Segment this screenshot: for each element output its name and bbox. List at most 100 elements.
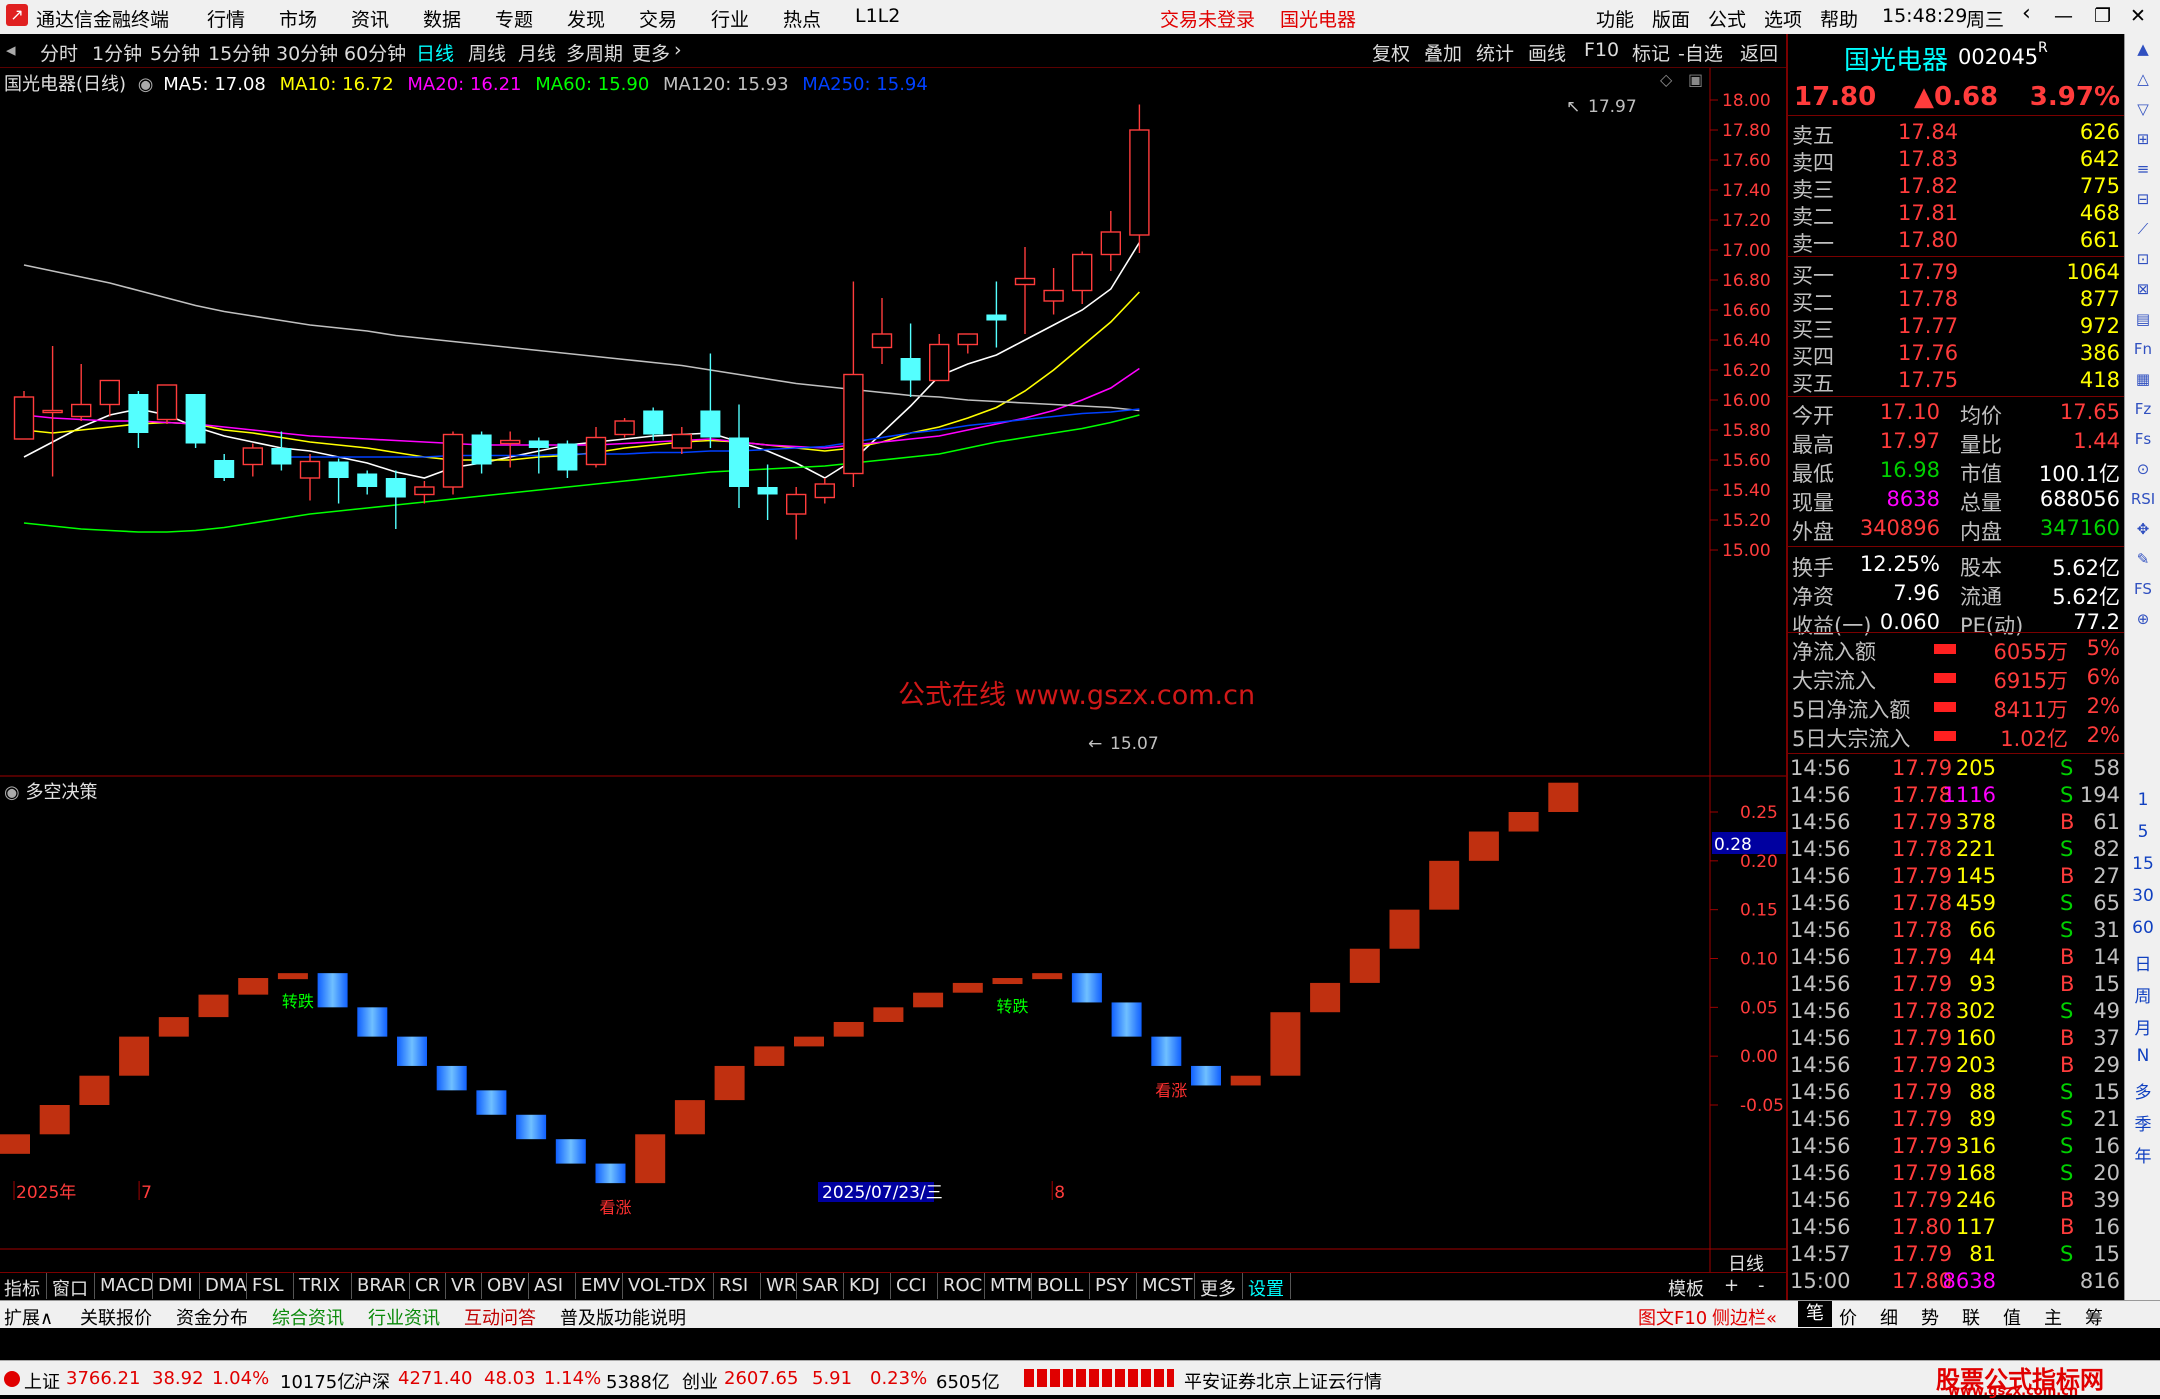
- tool-back[interactable]: 返回: [1740, 39, 1778, 66]
- indicator-tab-0[interactable]: 指标: [4, 1275, 40, 1301]
- candle[interactable]: [13, 391, 35, 440]
- sidebar-period-1[interactable]: 5: [2125, 822, 2160, 842]
- indicator-bar[interactable]: [397, 1036, 427, 1066]
- sidebar-tool-icon[interactable]: ▤: [2125, 310, 2160, 328]
- indicator-tab-2[interactable]: MACD: [100, 1275, 154, 1296]
- period-30min[interactable]: 30分钟: [276, 39, 338, 66]
- menu-item-l1l2[interactable]: L1L2: [855, 5, 900, 27]
- bid-row[interactable]: 买二 17.78 877: [1788, 287, 2126, 315]
- indicator-tab-5[interactable]: FSL: [252, 1275, 284, 1296]
- candle[interactable]: [585, 427, 607, 468]
- sidebar-period-11[interactable]: 年: [2125, 1142, 2160, 1167]
- menu-layout[interactable]: 版面: [1652, 5, 1690, 32]
- indicator-tab-14[interactable]: RSI: [719, 1275, 748, 1296]
- candle[interactable]: [385, 470, 406, 530]
- sidebar-period-9[interactable]: 多: [2125, 1078, 2160, 1103]
- tool-f10[interactable]: F10: [1584, 39, 1619, 61]
- sidebar-tool-icon[interactable]: ▲: [2125, 40, 2160, 58]
- sidebar-tool-icon[interactable]: ▦: [2125, 370, 2160, 388]
- candle[interactable]: [99, 379, 121, 417]
- menu-function[interactable]: 功能: [1596, 5, 1634, 32]
- indicator-tab-4[interactable]: DMA: [205, 1275, 247, 1296]
- indicator-bar[interactable]: [992, 978, 1023, 985]
- indicator-bar[interactable]: [555, 1139, 586, 1164]
- indicator-bar[interactable]: [794, 1036, 824, 1047]
- indicator-bar[interactable]: [1111, 1002, 1142, 1037]
- candle[interactable]: [471, 431, 492, 474]
- candle[interactable]: [1100, 211, 1122, 271]
- tool-restore-rights[interactable]: 复权: [1372, 39, 1410, 66]
- indicator-bar[interactable]: [357, 1007, 388, 1037]
- panel-tab-3[interactable]: 势: [1921, 1304, 1939, 1330]
- sidebar-tool-icon[interactable]: ✥: [2125, 520, 2160, 538]
- ask-row[interactable]: 卖五 17.84 626: [1788, 120, 2126, 148]
- panel-tab-7[interactable]: 筹: [2085, 1304, 2103, 1330]
- menu-help[interactable]: 帮助: [1820, 5, 1858, 32]
- indicator-bar[interactable]: [317, 973, 348, 1008]
- candle[interactable]: [814, 478, 835, 504]
- indicator-tab-1[interactable]: 窗口: [52, 1275, 88, 1301]
- sidebar-tool-icon[interactable]: ▽: [2125, 100, 2160, 118]
- indicator-bar[interactable]: [674, 1100, 705, 1135]
- period-60min[interactable]: 60分钟: [344, 39, 406, 66]
- indicator-bar[interactable]: [952, 982, 983, 993]
- candle[interactable]: [614, 418, 635, 438]
- menu-item-discover[interactable]: 发现: [567, 5, 605, 32]
- indicator-bar[interactable]: [595, 1163, 626, 1184]
- bid-row[interactable]: 买三 17.77 972: [1788, 314, 2126, 342]
- panel-tab-0[interactable]: 笔: [1798, 1301, 1832, 1327]
- candle[interactable]: [414, 481, 435, 504]
- candle[interactable]: [500, 431, 521, 468]
- sidebar-period-2[interactable]: 15: [2125, 854, 2160, 874]
- indicator-tab-18[interactable]: CCI: [896, 1275, 926, 1296]
- bottom-tab-5[interactable]: 互动问答: [464, 1304, 536, 1330]
- indicator-bar[interactable]: [833, 1021, 864, 1037]
- candle[interactable]: [557, 440, 578, 479]
- sidebar-period-8[interactable]: N: [2125, 1046, 2160, 1066]
- indicator-tab-23[interactable]: MCST: [1142, 1275, 1193, 1296]
- indicator-settings-icon[interactable]: ◉: [4, 782, 20, 803]
- indicator-bar[interactable]: [1310, 982, 1341, 1013]
- bottom-tab-1[interactable]: 关联报价: [80, 1304, 152, 1330]
- candle[interactable]: [357, 470, 378, 495]
- period-5min[interactable]: 5分钟: [150, 39, 200, 66]
- candle[interactable]: [70, 364, 92, 421]
- indicator-bar[interactable]: [1270, 1012, 1301, 1076]
- indicator-bar[interactable]: [873, 1007, 904, 1022]
- bottom-tab-0[interactable]: 扩展∧: [4, 1304, 53, 1330]
- indicator-bar[interactable]: [1468, 831, 1499, 861]
- restore-icon[interactable]: ❐: [2094, 5, 2111, 27]
- candle[interactable]: [328, 458, 349, 504]
- candle[interactable]: [299, 454, 321, 501]
- sidebar-tool-icon[interactable]: RSI: [2125, 490, 2160, 508]
- candle[interactable]: [156, 384, 178, 424]
- sidebar-tool-icon[interactable]: ✎: [2125, 550, 2160, 568]
- indicator-tab-25[interactable]: 设置: [1248, 1275, 1284, 1301]
- indicator-tab-22[interactable]: PSY: [1095, 1275, 1128, 1296]
- candle[interactable]: [1071, 251, 1093, 305]
- bid-row[interactable]: 买四 17.76 386: [1788, 341, 2126, 369]
- sidebar-tool-icon[interactable]: ⊙: [2125, 460, 2160, 478]
- tab-right-2[interactable]: -: [1758, 1275, 1765, 1296]
- chart-window-icon[interactable]: ▣: [1688, 70, 1703, 89]
- candle[interactable]: [729, 404, 749, 509]
- sidebar-tool-icon[interactable]: Fn: [2125, 340, 2160, 358]
- bottom-tab-6[interactable]: 普及版功能说明: [560, 1304, 686, 1330]
- period-intraday[interactable]: 分时: [40, 39, 78, 66]
- indicator-bar[interactable]: [1071, 973, 1102, 1003]
- login-status[interactable]: 交易未登录: [1160, 5, 1255, 32]
- ask-row[interactable]: 卖四 17.83 642: [1788, 147, 2126, 175]
- candle[interactable]: [1043, 268, 1064, 315]
- indicator-bar[interactable]: [39, 1105, 70, 1135]
- tab-right-0[interactable]: 模板: [1668, 1275, 1704, 1301]
- indicator-bar[interactable]: [119, 1036, 150, 1076]
- bottom-tab-4[interactable]: 行业资讯: [368, 1304, 440, 1330]
- candle[interactable]: [700, 353, 721, 449]
- indicator-bar[interactable]: [1389, 909, 1420, 949]
- period-more[interactable]: 更多: [632, 39, 670, 66]
- indicator-tab-7[interactable]: BRAR: [357, 1275, 406, 1296]
- indicator-bar[interactable]: [1508, 812, 1539, 832]
- cy-label[interactable]: 创业: [682, 1368, 718, 1394]
- candle[interactable]: [442, 431, 464, 495]
- sidebar-tool-icon[interactable]: Fz: [2125, 400, 2160, 418]
